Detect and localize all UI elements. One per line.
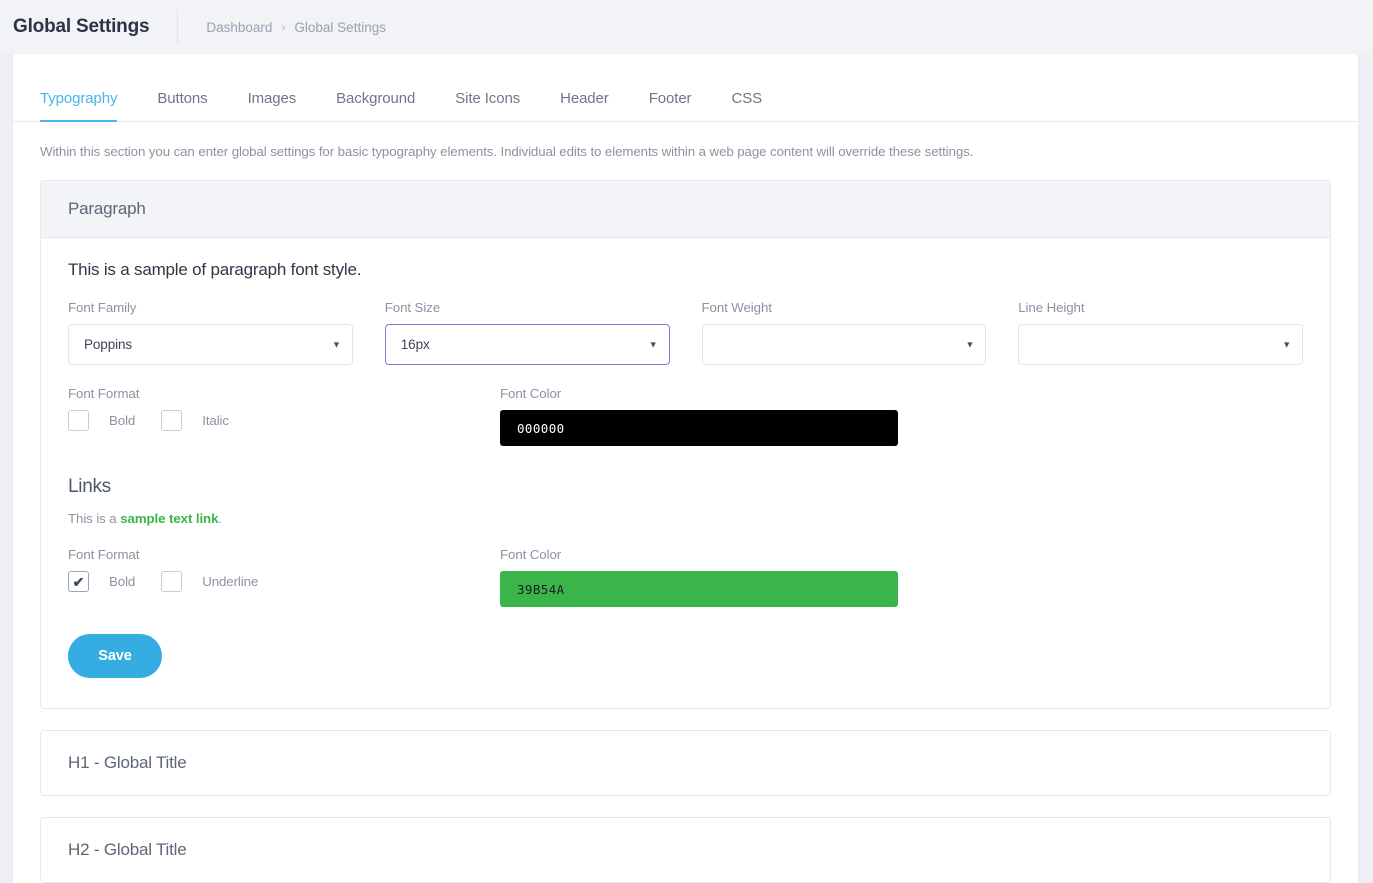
check-icon: ✔ [72, 573, 85, 590]
links-font-format: Font Format ✔ Bold ✔ Underline [68, 547, 500, 607]
checkbox-item-links-underline: ✔ Underline [161, 571, 270, 592]
select-font-size-value: 16px [400, 337, 430, 352]
checkbox-item-links-bold: ✔ Bold [68, 571, 147, 592]
links-sample-text: This is a sample text link. [68, 511, 1303, 526]
checkbox-label-bold: Bold [109, 413, 136, 428]
top-bar: Global Settings Dashboard › Global Setti… [0, 0, 1373, 54]
field-font-family: Font Family Poppins ▼ [68, 300, 353, 365]
paragraph-font-format: Font Format ✔ Bold ✔ Italic [68, 386, 500, 446]
checkbox-label-links-bold: Bold [109, 574, 136, 589]
links-sample-prefix: This is a [68, 511, 121, 526]
links-format-row: Font Format ✔ Bold ✔ Underline Font Colo… [68, 547, 1303, 607]
checkbox-item-italic: ✔ Italic [161, 410, 241, 431]
breadcrumb-item-dashboard[interactable]: Dashboard [206, 20, 272, 35]
links-heading: Links [68, 476, 111, 497]
tab-css[interactable]: CSS [711, 90, 782, 121]
checkbox-links-underline[interactable]: ✔ [161, 571, 183, 592]
links-sample-suffix: . [218, 511, 222, 526]
checkbox-item-bold: ✔ Bold [68, 410, 147, 431]
tab-footer[interactable]: Footer [629, 90, 712, 121]
tab-images[interactable]: Images [228, 90, 317, 121]
select-font-weight[interactable]: ▼ [701, 324, 987, 365]
label-font-color: Font Color [500, 386, 562, 401]
select-font-family-value: Poppins [84, 337, 133, 352]
chevron-down-icon: ▼ [331, 339, 341, 349]
h2-panel: H2 - Global Title [40, 817, 1331, 883]
tab-site-icons[interactable]: Site Icons [435, 90, 540, 121]
links-sample-anchor[interactable]: sample text link [120, 511, 218, 526]
select-line-height[interactable]: ▼ [1018, 324, 1303, 365]
h1-panel: H1 - Global Title [40, 730, 1331, 796]
checkbox-label-italic: Italic [202, 413, 229, 428]
h2-panel-header[interactable]: H2 - Global Title [41, 818, 1330, 882]
paragraph-panel-body: This is a sample of paragraph font style… [41, 238, 1330, 708]
save-button[interactable]: Save [68, 634, 162, 678]
links-format-checkboxes: ✔ Bold ✔ Underline [68, 571, 500, 592]
h1-panel-header[interactable]: H1 - Global Title [41, 731, 1330, 795]
label-font-family: Font Family [68, 300, 137, 315]
label-font-format: Font Format [68, 386, 140, 401]
chevron-down-icon: ▼ [1282, 339, 1291, 349]
select-font-size[interactable]: 16px ▼ [384, 324, 670, 365]
paragraph-sample-text: This is a sample of paragraph font style… [68, 260, 362, 279]
chevron-down-icon: ▼ [648, 339, 658, 349]
checkbox-bold[interactable]: ✔ [68, 410, 89, 431]
breadcrumb: Dashboard › Global Settings [178, 20, 386, 35]
chevron-down-icon: ▼ [965, 339, 975, 349]
label-font-size: Font Size [384, 300, 441, 315]
paragraph-panel: Paragraph This is a sample of paragraph … [40, 180, 1331, 709]
tab-header[interactable]: Header [540, 90, 629, 121]
paragraph-format-checkboxes: ✔ Bold ✔ Italic [68, 410, 500, 431]
tab-typography[interactable]: Typography [40, 90, 137, 122]
checkbox-links-bold[interactable]: ✔ [68, 571, 89, 592]
checkbox-italic[interactable]: ✔ [161, 410, 183, 431]
paragraph-panel-header[interactable]: Paragraph [41, 181, 1330, 238]
field-line-height: Line Height ▼ [1018, 300, 1303, 365]
links-font-color: Font Color 39B54A [500, 547, 898, 607]
field-font-size: Font Size 16px ▼ [384, 300, 670, 365]
select-font-family[interactable]: Poppins ▼ [68, 324, 353, 365]
settings-tabs: Typography Buttons Images Background Sit… [13, 54, 1358, 122]
typography-field-row: Font Family Poppins ▼ Font Size 16px ▼ F… [68, 300, 1303, 365]
label-links-font-format: Font Format [68, 547, 140, 562]
color-swatch-links[interactable]: 39B54A [500, 571, 898, 607]
tab-buttons[interactable]: Buttons [137, 90, 227, 121]
label-links-font-color: Font Color [500, 547, 562, 562]
main-card: Typography Buttons Images Background Sit… [13, 54, 1358, 883]
chevron-right-icon: › [281, 20, 286, 34]
checkbox-label-links-underline: Underline [202, 574, 259, 589]
color-swatch-paragraph[interactable]: 000000 [500, 410, 898, 446]
paragraph-font-color: Font Color 000000 [500, 386, 898, 446]
tab-background[interactable]: Background [316, 90, 435, 121]
label-font-weight: Font Weight [701, 300, 772, 315]
paragraph-format-row: Font Format ✔ Bold ✔ Italic Font Color [68, 386, 1303, 446]
page-title: Global Settings [13, 16, 150, 37]
breadcrumb-item-global-settings[interactable]: Global Settings [294, 20, 386, 35]
label-line-height: Line Height [1018, 300, 1085, 315]
section-description: Within this section you can enter global… [40, 144, 974, 159]
field-font-weight: Font Weight ▼ [701, 300, 987, 365]
